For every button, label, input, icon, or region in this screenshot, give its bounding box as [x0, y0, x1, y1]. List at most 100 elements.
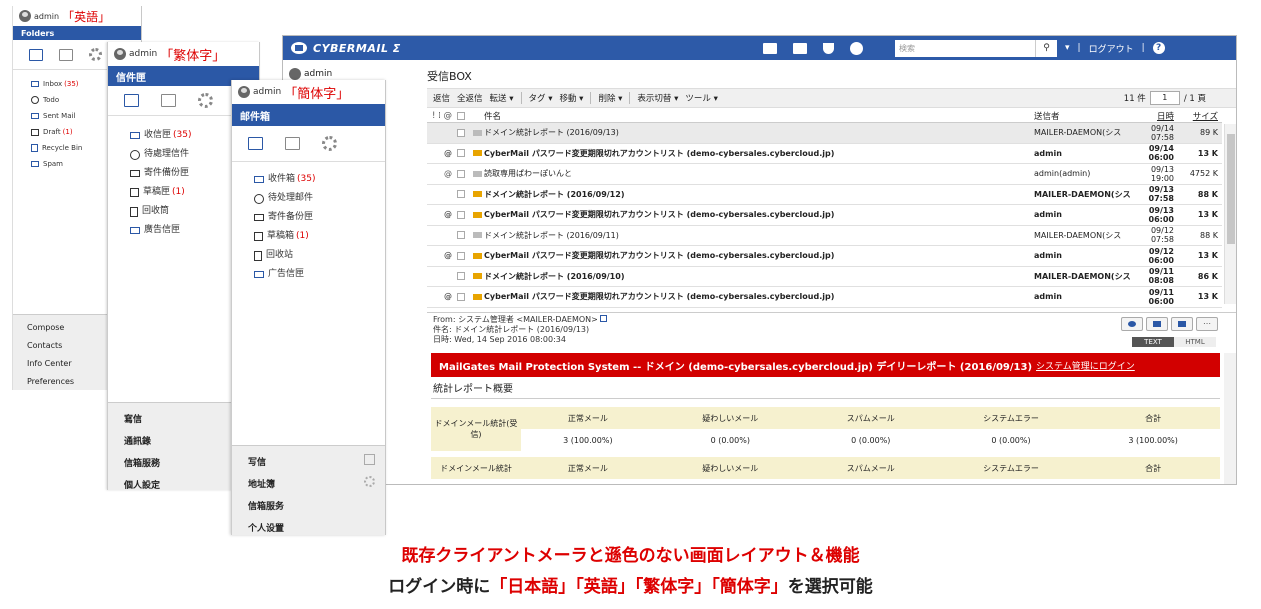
preview-body: MailGates Mail Protection System -- ドメイン…	[431, 353, 1220, 484]
draft-icon	[31, 128, 39, 136]
filter-tab-icon[interactable]	[59, 48, 73, 61]
folder-item[interactable]: 回收站	[254, 246, 385, 265]
select-all-checkbox[interactable]	[452, 111, 470, 120]
envelope-icon	[470, 170, 484, 177]
sent-icon	[130, 170, 140, 177]
table-row[interactable]: ドメイン統計レポート (2016/09/11) MAILER-DAEMON(シス 0…	[427, 225, 1222, 246]
external-link-icon[interactable]	[364, 454, 375, 465]
gear-icon[interactable]	[89, 48, 102, 61]
row-size: 88 K	[1197, 189, 1218, 199]
table-row[interactable]: @ CyberMail パスワード変更期限切れアカウントリスト (demo-cyb…	[427, 287, 1222, 308]
row-checkbox[interactable]	[452, 169, 470, 178]
filter-tab-icon[interactable]	[285, 137, 300, 150]
shield-icon[interactable]	[823, 42, 834, 54]
tools-button[interactable]: ツール ▾	[685, 92, 717, 104]
stats-table: ドメインメール統計(受信) 正常メール 疑わしいメール スパムメール システムエ…	[431, 407, 1220, 479]
folder-item[interactable]: 草稿箱 (1)	[254, 227, 385, 246]
row-checkbox[interactable]	[452, 210, 470, 219]
column-from[interactable]: 送信者	[1034, 110, 1130, 122]
column-subject[interactable]: 件名	[484, 110, 1034, 122]
more-button[interactable]: ⋯	[1196, 317, 1218, 331]
forward-button[interactable]: 転送 ▾	[490, 92, 514, 104]
envelope-icon	[470, 232, 484, 239]
row-subject: ドメイン統計レポート (2016/09/13)	[484, 128, 619, 138]
reply-button[interactable]: 返信	[433, 92, 450, 104]
page-title: 受信BOX	[427, 70, 472, 83]
flag-button[interactable]	[1146, 317, 1168, 331]
row-checkbox[interactable]	[452, 272, 470, 281]
move-button[interactable]: 移動 ▾	[559, 92, 583, 104]
column-date[interactable]: 日時	[1130, 110, 1174, 122]
table-row[interactable]: ドメイン統計レポート (2016/09/12) MAILER-DAEMON(シス 0…	[427, 184, 1222, 205]
flag-column-icons: ! ⁞ @	[431, 110, 452, 121]
clock-icon	[130, 149, 140, 160]
row-checkbox[interactable]	[452, 251, 470, 260]
mail-window: CYBERMAIL Σ 検索 ⚲ ▾ | ログアウト | ? admin 受信B…	[282, 35, 1237, 485]
reply-all-button[interactable]: 全返信	[457, 92, 483, 104]
view-switch-button[interactable]: 表示切替 ▾	[637, 92, 678, 104]
divider: |	[1141, 43, 1145, 53]
mail-icon[interactable]	[793, 42, 807, 54]
tag-button[interactable]: タグ ▾	[529, 92, 553, 104]
search-dropdown-icon[interactable]: ▾	[1065, 43, 1070, 53]
user-row: admin 「繁体字」	[108, 42, 259, 66]
envelope-icon	[470, 150, 484, 157]
tag-label-button[interactable]	[1171, 317, 1193, 331]
table-row[interactable]: @ CyberMail パスワード変更期限切れアカウントリスト (demo-cyb…	[427, 246, 1222, 267]
table-row[interactable]: @ CyberMail パスワード変更期限切れアカウントリスト (demo-cyb…	[427, 143, 1222, 164]
search-input[interactable]: 検索	[895, 39, 1035, 57]
table-row[interactable]: @ CyberMail パスワード変更期限切れアカウントリスト (demo-cyb…	[427, 205, 1222, 226]
tab-text[interactable]: TEXT	[1132, 337, 1174, 347]
folder-tab-icon[interactable]	[124, 94, 139, 107]
user-icon	[114, 48, 126, 60]
logout-link[interactable]: ログアウト	[1089, 42, 1134, 55]
row-checkbox[interactable]	[452, 190, 470, 199]
message-list: ! ⁞ @ 件名 送信者 日時 サイズ ドメイン統計レポート (2016/09/…	[427, 109, 1222, 308]
table-row[interactable]: ドメイン統計レポート (2016/09/13) MAILER-DAEMON(シス 0…	[427, 123, 1222, 144]
folder-item[interactable]: 待处理邮件	[254, 189, 385, 208]
folder-item[interactable]: 广告信匣	[254, 265, 385, 284]
filter-tab-icon[interactable]	[161, 94, 176, 107]
row-checkbox[interactable]	[452, 149, 470, 158]
table-row[interactable]: @ 読取専用ぱわーぽいんと admin(admin) 09/13 19:00 4752 …	[427, 164, 1222, 185]
list-scrollbar[interactable]	[1224, 124, 1236, 304]
delete-button[interactable]: 削除 ▾	[598, 92, 622, 104]
row-checkbox[interactable]	[452, 128, 470, 137]
user-icon	[238, 86, 250, 98]
settings-gear-icon[interactable]	[850, 41, 863, 55]
admin-login-link[interactable]: システム管理にログイン	[1036, 359, 1135, 372]
row-from: admin	[1034, 251, 1062, 261]
column-size[interactable]: サイズ	[1174, 110, 1222, 122]
gear-icon[interactable]	[364, 476, 375, 487]
username: admin	[129, 49, 158, 59]
row-size: 89 K	[1200, 128, 1218, 138]
spam-icon	[254, 271, 264, 278]
logout-door-icon[interactable]	[763, 42, 777, 54]
gear-icon[interactable]	[198, 93, 213, 108]
table-row[interactable]: ドメイン統計レポート (2016/09/10) MAILER-DAEMON(シス 0…	[427, 266, 1222, 287]
row-date: 09/13 06:00	[1148, 205, 1174, 224]
tab-html[interactable]: HTML	[1174, 337, 1216, 347]
preview-scrollbar[interactable]	[1224, 353, 1236, 484]
spam-icon	[130, 227, 140, 234]
folder-tab-icon[interactable]	[29, 48, 43, 61]
envelope-icon	[470, 211, 484, 218]
add-contact-icon[interactable]	[600, 315, 608, 322]
nav-mail-service[interactable]: 信箱服务	[248, 496, 385, 518]
row-checkbox[interactable]	[452, 292, 470, 301]
folder-item[interactable]: 收件箱 (35)	[254, 170, 385, 189]
row-size: 13 K	[1197, 148, 1218, 158]
clock-button[interactable]	[1121, 317, 1143, 331]
folder-item[interactable]: 寄件备份匣	[254, 208, 385, 227]
row-subject: CyberMail パスワード変更期限切れアカウントリスト (demo-cybe…	[484, 148, 835, 158]
nav-preferences[interactable]: 个人设置	[248, 518, 385, 535]
row-date: 09/11 08:08	[1148, 267, 1174, 286]
row-checkbox[interactable]	[452, 231, 470, 240]
divider	[520, 92, 522, 104]
help-icon[interactable]: ?	[1152, 42, 1165, 54]
row-from: admin	[1034, 292, 1062, 302]
folder-tab-icon[interactable]	[248, 137, 263, 150]
gear-icon[interactable]	[322, 136, 337, 151]
page-input[interactable]: 1	[1149, 91, 1180, 105]
search-icon[interactable]: ⚲	[1035, 39, 1057, 57]
